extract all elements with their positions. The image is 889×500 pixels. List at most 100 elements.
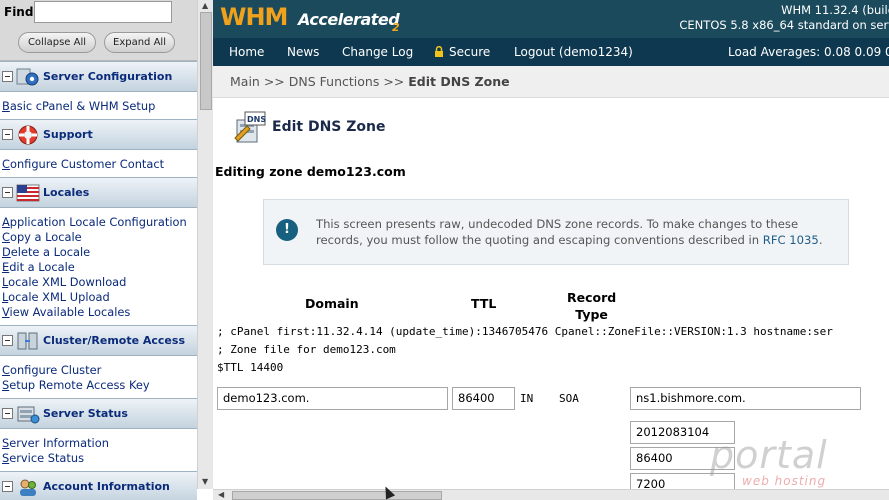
section-server-configuration[interactable]: Server Configuration — [0, 61, 197, 92]
section-account-information[interactable]: Account Information — [0, 471, 197, 500]
nav-change-log[interactable]: Change Log — [342, 45, 413, 59]
version-info: WHM 11.32.4 (build — [781, 3, 889, 17]
sidebar-link[interactable]: Copy a Locale — [2, 230, 197, 245]
section-links: Configure Customer Contact — [2, 157, 197, 172]
collapse-toggle-icon[interactable] — [2, 187, 13, 198]
breadcrumb-main[interactable]: Main — [230, 74, 260, 89]
collapse-all-button[interactable]: Collapse All — [18, 32, 96, 53]
os-info: CENTOS 5.8 x86_64 standard on serv — [679, 18, 889, 32]
whm-logo-number: 2 — [392, 21, 400, 34]
nav-home[interactable]: Home — [229, 45, 264, 59]
sidebar-link[interactable]: Service Status — [2, 451, 197, 466]
expand-all-button[interactable]: Expand All — [104, 32, 175, 53]
info-icon: ! — [276, 219, 298, 241]
lock-icon — [435, 46, 443, 57]
section-links: Configure Cluster Setup Remote Access Ke… — [2, 363, 197, 393]
left-vertical-scrollbar[interactable]: ▲ ▼ — [197, 0, 213, 489]
section-links: Application Locale Configuration Copy a … — [2, 215, 197, 320]
breadcrumb-current: Edit DNS Zone — [408, 74, 510, 89]
column-header-domain: Domain — [305, 296, 359, 311]
domain-input[interactable]: demo123.com. — [217, 387, 448, 410]
whm-logo-subtitle: Accelerated — [298, 10, 400, 29]
main-content-frame: WHM Accelerated 2 WHM 11.32.4 (build CEN… — [213, 0, 889, 500]
server-status-icon — [17, 406, 40, 424]
ttl-input[interactable]: 86400 — [452, 387, 515, 410]
dns-zone-icon: DNS — [234, 111, 266, 143]
record-type-line2: Type — [575, 307, 608, 322]
browser-viewport: Find Collapse All Expand All Server Conf… — [0, 0, 889, 500]
sidebar-link[interactable]: Server Information — [2, 436, 197, 451]
scroll-left-icon[interactable]: ◀ — [218, 490, 224, 499]
breadcrumb-dns-functions[interactable]: DNS Functions — [289, 74, 380, 89]
section-title: Account Information — [43, 480, 170, 493]
collapse-toggle-icon[interactable] — [2, 71, 13, 82]
section-title: Server Configuration — [43, 70, 173, 83]
find-panel: Find Collapse All Expand All — [0, 0, 197, 61]
top-nav: Home News Change Log Secure Logout (demo… — [213, 38, 889, 66]
sidebar-link[interactable]: Setup Remote Access Key — [2, 378, 197, 393]
sidebar-link[interactable]: Basic cPanel & WHM Setup — [2, 99, 197, 114]
sidebar-link[interactable]: Delete a Locale — [2, 245, 197, 260]
section-title: Locales — [43, 186, 90, 199]
server-cluster-icon — [17, 332, 38, 350]
portal-watermark: portal web hosting — [710, 433, 828, 488]
sidebar-link[interactable]: View Available Locales — [2, 305, 197, 320]
nav-logout[interactable]: Logout (demo1234) — [514, 45, 633, 59]
top-header: WHM Accelerated 2 WHM 11.32.4 (build CEN… — [213, 0, 889, 38]
left-navigation-frame: Find Collapse All Expand All Server Conf… — [0, 0, 213, 500]
load-averages: Load Averages: 0.08 0.09 0 — [728, 45, 889, 59]
scroll-up-icon[interactable]: ▲ — [202, 1, 208, 10]
zone-ttl-directive: $TTL 14400 — [217, 361, 284, 374]
sidebar-link[interactable]: Configure Customer Contact — [2, 157, 197, 172]
section-title: Cluster/Remote Access — [43, 334, 185, 347]
notice-body: This screen presents raw, undecoded DNS … — [316, 217, 799, 247]
scrollbar-thumb[interactable] — [232, 491, 442, 500]
find-input[interactable] — [34, 1, 172, 23]
collapse-toggle-icon[interactable] — [2, 335, 13, 346]
section-title: Server Status — [43, 407, 128, 420]
breadcrumb-separator: >> — [383, 74, 405, 89]
column-header-record-type: Record Type — [567, 289, 616, 323]
primary-nameserver-input[interactable]: ns1.bishmore.com. — [630, 387, 861, 410]
nav-secure[interactable]: Secure — [449, 45, 490, 59]
zone-heading: Editing zone demo123.com — [215, 164, 406, 179]
section-server-status[interactable]: Server Status — [0, 398, 197, 429]
section-links: Server Information Service Status — [2, 436, 197, 466]
watermark-sub: web hosting — [742, 474, 827, 488]
whm-logo: WHM — [220, 3, 288, 31]
collapse-toggle-icon[interactable] — [2, 408, 13, 419]
sidebar-link[interactable]: Application Locale Configuration — [2, 215, 197, 230]
rfc-1035-link[interactable]: RFC 1035 — [763, 233, 819, 247]
breadcrumb-separator: >> — [263, 74, 285, 89]
horizontal-scrollbar[interactable]: ◀ — [213, 489, 889, 500]
sidebar-link[interactable]: Locale XML Download — [2, 275, 197, 290]
scrollbar-thumb[interactable] — [200, 12, 212, 110]
page-title: Edit DNS Zone — [272, 119, 386, 135]
nav-news[interactable]: News — [287, 45, 319, 59]
record-type-line1: Record — [567, 290, 617, 305]
flag-icon — [16, 184, 40, 202]
breadcrumb: Main >> DNS Functions >> Edit DNS Zone — [213, 66, 889, 98]
svg-text:DNS: DNS — [247, 115, 266, 124]
collapse-toggle-icon[interactable] — [2, 481, 13, 492]
section-locales[interactable]: Locales — [0, 177, 197, 208]
zone-comment: ; cPanel first:11.32.4.14 (update_time):… — [217, 325, 833, 338]
section-cluster-remote-access[interactable]: Cluster/Remote Access — [0, 325, 197, 356]
record-type: SOA — [559, 392, 579, 405]
sidebar-link[interactable]: Configure Cluster — [2, 363, 197, 378]
notice-end: . — [818, 233, 823, 247]
scroll-down-icon[interactable]: ▼ — [202, 477, 208, 486]
section-title: Support — [43, 128, 93, 141]
sidebar-link[interactable]: Locale XML Upload — [2, 290, 197, 305]
find-label: Find — [4, 5, 34, 19]
section-links: Basic cPanel & WHM Setup — [2, 99, 197, 114]
sidebar-link[interactable]: Edit a Locale — [2, 260, 197, 275]
record-class: IN — [520, 392, 534, 405]
collapse-toggle-icon[interactable] — [2, 129, 13, 140]
watermark-main: portal — [710, 433, 828, 477]
section-support[interactable]: Support — [0, 119, 197, 150]
gear-icon — [16, 68, 39, 86]
zone-comment: ; Zone file for demo123.com — [217, 343, 396, 356]
info-notice: ! This screen presents raw, undecoded DN… — [263, 199, 849, 265]
column-header-ttl: TTL — [471, 296, 497, 311]
